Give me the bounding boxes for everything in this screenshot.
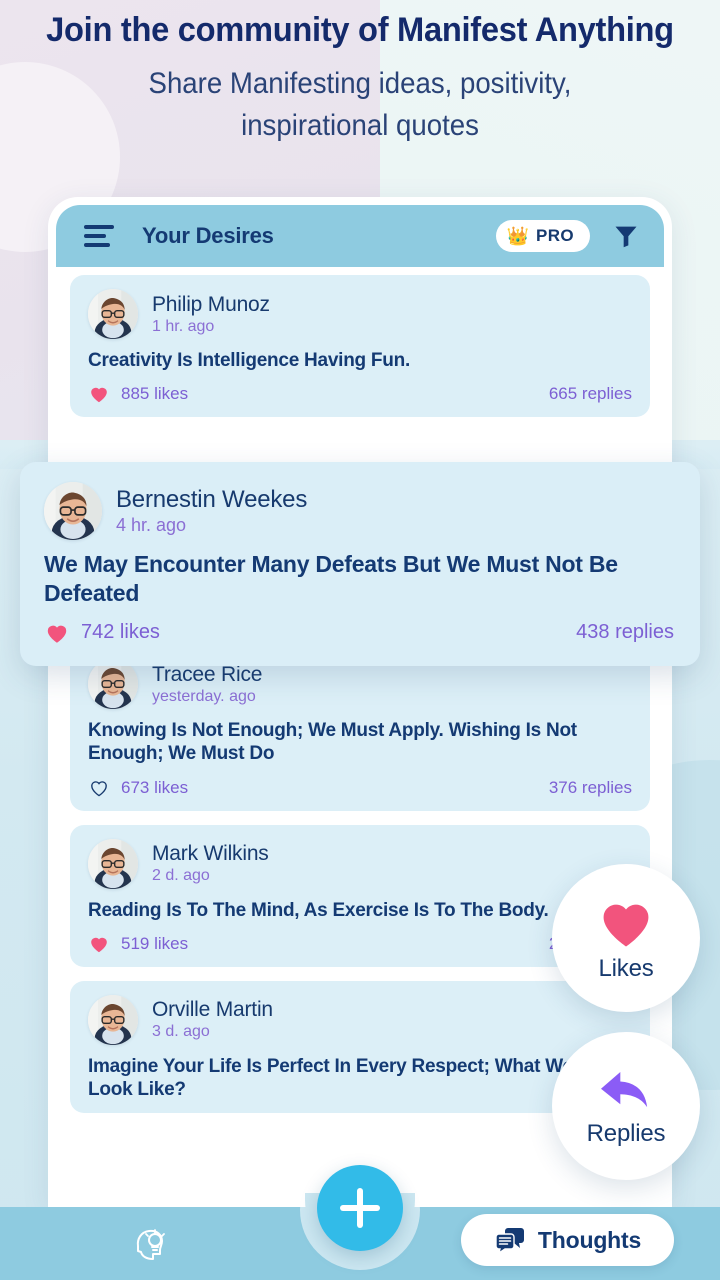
post-footer: 742 likes 438 replies <box>44 620 674 646</box>
heart-icon <box>91 387 107 403</box>
like-button[interactable]: 673 likes <box>88 777 188 799</box>
app-bar: Your Desires 👑 PRO <box>56 205 664 267</box>
floating-replies-label: Replies <box>586 1120 666 1147</box>
head-lightbulb-icon[interactable] <box>128 1218 176 1266</box>
post-quote: Reading Is To The Mind, As Exercise Is T… <box>88 899 549 921</box>
pro-badge-label: PRO <box>535 226 574 245</box>
post-timestamp: yesterday. ago <box>152 687 256 705</box>
crown-icon: 👑 <box>506 226 529 246</box>
post-header: Tracee Rice yesterday. ago <box>88 659 632 710</box>
page-subtitle-line-1: Share Manifesting ideas, positivity, <box>148 67 572 101</box>
post-card[interactable]: Philip Munoz 1 hr. ago Creativity Is Int… <box>70 275 650 418</box>
post-header: Philip Munoz 1 hr. ago <box>88 289 632 339</box>
page-subtitle: Share Manifesting ideas, positivity, ins… <box>29 63 691 146</box>
avatar <box>88 994 138 1045</box>
hamburger-menu-icon[interactable] <box>84 225 114 247</box>
post-author: Philip Munoz <box>152 292 270 316</box>
post-author: Mark Wilkins <box>152 842 269 866</box>
pro-badge[interactable]: 👑 PRO <box>495 220 590 252</box>
reply-count[interactable]: 665 replies <box>549 384 632 404</box>
like-count: 519 likes <box>121 933 189 953</box>
app-root: Join the community of Manifest Anything … <box>0 0 720 1280</box>
post-timestamp: 2 d. ago <box>152 867 210 885</box>
post-timestamp: 3 d. ago <box>152 1023 210 1041</box>
post-footer: 519 likes 248 replies <box>88 933 632 955</box>
post-author-block: Bernestin Weekes 4 hr. ago <box>116 486 307 536</box>
post-card-featured[interactable]: Bernestin Weekes 4 hr. ago We May Encoun… <box>20 462 700 666</box>
thoughts-button[interactable]: Thoughts <box>461 1214 674 1266</box>
post-header: Orville Martin 3 d. ago <box>88 994 632 1045</box>
like-button[interactable]: 519 likes <box>88 933 188 955</box>
floating-likes-label: Likes <box>598 955 654 982</box>
post-author: Bernestin Weekes <box>116 486 308 513</box>
reply-count[interactable]: 438 replies <box>576 621 674 644</box>
like-button[interactable]: 742 likes <box>44 620 160 646</box>
featured-post-wrapper: Bernestin Weekes 4 hr. ago We May Encoun… <box>20 462 700 666</box>
like-button[interactable]: 885 likes <box>88 383 188 405</box>
post-header: Mark Wilkins 2 d. ago <box>88 838 632 889</box>
post-timestamp: 4 hr. ago <box>116 515 187 535</box>
thoughts-label: Thoughts <box>537 1226 642 1253</box>
heart-icon <box>47 625 67 643</box>
heart-outline-icon <box>91 780 107 796</box>
page-subtitle-line-2: inspirational quotes <box>241 108 479 142</box>
avatar <box>88 838 138 889</box>
marketing-header: Join the community of Manifest Anything … <box>0 10 720 146</box>
reply-count[interactable]: 376 replies <box>549 778 632 798</box>
reply-arrow-icon <box>601 1071 648 1108</box>
post-author-block: Mark Wilkins 2 d. ago <box>152 842 269 885</box>
post-author: Orville Martin <box>152 998 273 1022</box>
like-count: 673 likes <box>121 777 189 797</box>
post-author-block: Orville Martin 3 d. ago <box>152 998 273 1041</box>
avatar <box>88 659 138 710</box>
post-footer: 885 likes 665 replies <box>88 383 632 405</box>
post-quote: Creativity Is Intelligence Having Fun. <box>88 350 411 371</box>
post-quote: Knowing Is Not Enough; We Must Apply. Wi… <box>88 720 577 765</box>
avatar <box>88 289 138 339</box>
floating-likes-callout[interactable]: Likes <box>552 864 700 1012</box>
add-post-fab[interactable] <box>317 1165 403 1251</box>
post-author: Tracee Rice <box>152 662 263 686</box>
post-quote: We May Encounter Many Defeats But We Mus… <box>44 551 618 607</box>
plus-icon-horizontal <box>340 1205 380 1211</box>
post-quote: Imagine Your Life Is Perfect In Every Re… <box>88 1055 618 1100</box>
like-count: 885 likes <box>121 384 189 404</box>
post-footer: 673 likes 376 replies <box>88 777 632 799</box>
like-count: 742 likes <box>81 621 160 644</box>
post-author-block: Philip Munoz 1 hr. ago <box>152 293 270 336</box>
post-header: Bernestin Weekes 4 hr. ago <box>44 482 674 540</box>
floating-replies-callout[interactable]: Replies <box>552 1032 700 1180</box>
post-author-block: Tracee Rice yesterday. ago <box>152 663 262 706</box>
heart-icon <box>91 937 107 952</box>
filter-funnel-icon[interactable] <box>612 222 640 250</box>
page-title: Join the community of Manifest Anything <box>46 11 674 49</box>
heart-icon <box>603 904 649 947</box>
app-bar-title: Your Desires <box>142 223 274 248</box>
avatar <box>44 482 102 540</box>
post-timestamp: 1 hr. ago <box>152 317 215 335</box>
post-card[interactable]: Tracee Rice yesterday. ago Knowing Is No… <box>70 645 650 811</box>
speech-bubbles-icon <box>495 1228 524 1255</box>
